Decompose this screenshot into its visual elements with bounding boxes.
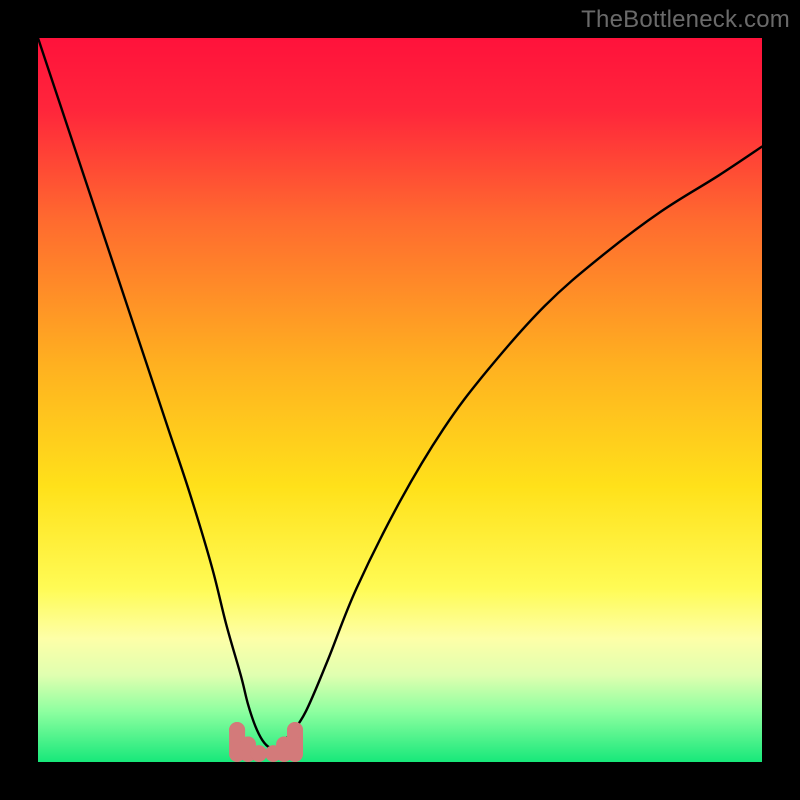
chart-frame: TheBottleneck.com (0, 0, 800, 800)
dip-marker-dot (229, 722, 245, 738)
gradient-background (38, 38, 762, 762)
chart-svg (38, 38, 762, 762)
dip-marker-dot (287, 722, 303, 738)
watermark-text: TheBottleneck.com (581, 6, 790, 34)
dip-marker-dot (276, 737, 292, 753)
dip-marker-dot (251, 745, 267, 761)
plot-area (38, 38, 762, 762)
